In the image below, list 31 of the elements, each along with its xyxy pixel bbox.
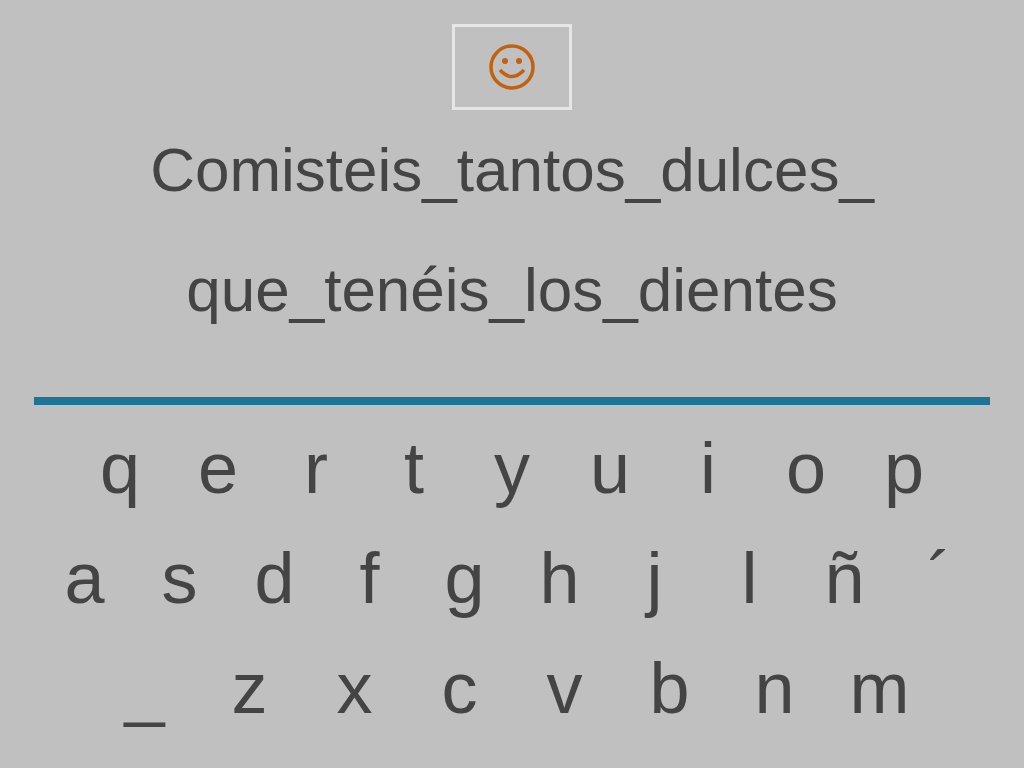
letter-key[interactable]: s <box>132 533 227 623</box>
letter-key[interactable]: j <box>607 533 702 623</box>
letter-key[interactable]: d <box>227 533 322 623</box>
letter-key[interactable]: c <box>407 643 512 733</box>
letter-key[interactable]: q <box>71 423 169 513</box>
letter-key[interactable]: g <box>417 533 512 623</box>
letter-key[interactable]: z <box>197 643 302 733</box>
letter-key[interactable]: y <box>463 423 561 513</box>
phrase-text: Comisteis_tantos_dulces_ <box>150 134 874 206</box>
letter-key[interactable]: t <box>365 423 463 513</box>
letter-key[interactable]: l <box>702 533 797 623</box>
letter-key[interactable]: n <box>722 643 827 733</box>
letter-key[interactable]: f <box>322 533 417 623</box>
letter-key[interactable]: ñ <box>797 533 892 623</box>
letter-key[interactable]: p <box>855 423 953 513</box>
smiley-icon <box>488 43 536 91</box>
letter-key[interactable]: _ <box>92 643 197 733</box>
phrase-text: que_tenéis_los_dientes <box>186 254 838 326</box>
letter-key[interactable]: v <box>512 643 617 733</box>
letter-key[interactable]: u <box>561 423 659 513</box>
letter-key[interactable]: i <box>659 423 757 513</box>
letter-key[interactable]: b <box>617 643 722 733</box>
letter-key[interactable]: h <box>512 533 607 623</box>
letter-key[interactable]: ´ <box>892 533 987 623</box>
letter-key[interactable]: a <box>37 533 132 623</box>
smiley-button[interactable] <box>452 24 572 110</box>
letter-key[interactable]: o <box>757 423 855 513</box>
letter-key[interactable]: m <box>827 643 932 733</box>
letter-key[interactable]: r <box>267 423 365 513</box>
letter-key[interactable]: x <box>302 643 407 733</box>
letter-key[interactable]: e <box>169 423 267 513</box>
